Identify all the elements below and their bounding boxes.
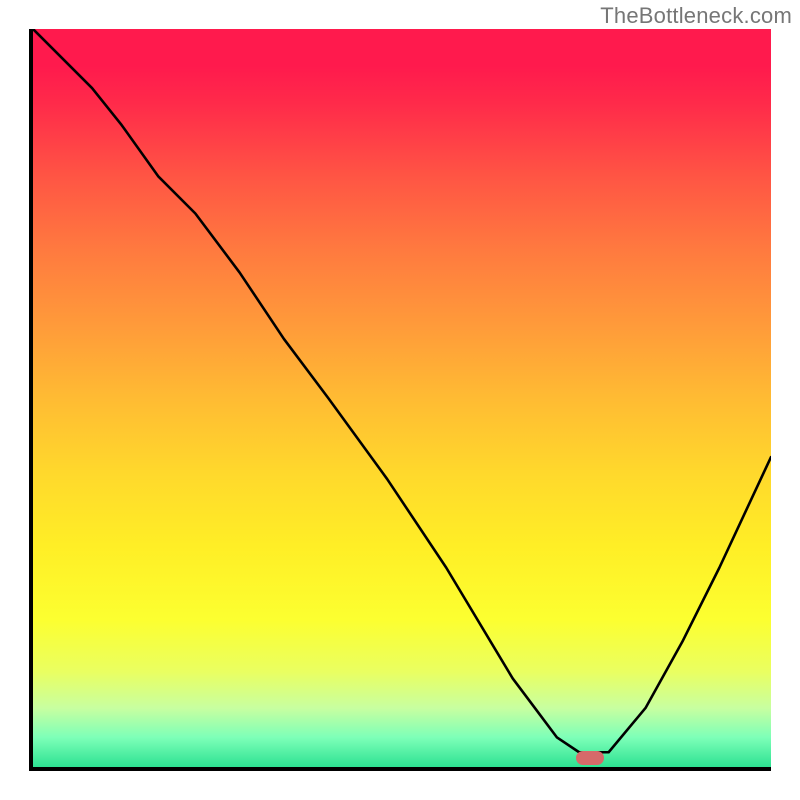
watermark: TheBottleneck.com [600,3,792,29]
optimum-marker [576,751,604,765]
chart-axes-frame [29,29,771,771]
